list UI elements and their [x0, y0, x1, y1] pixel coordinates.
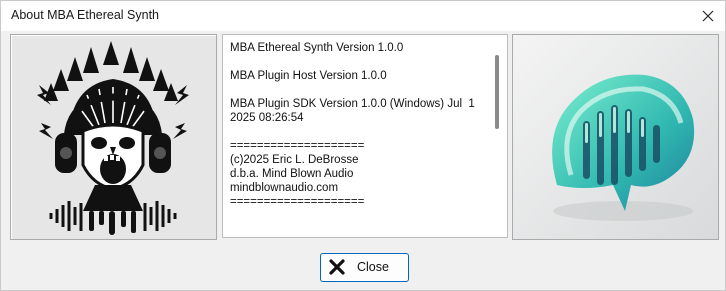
about-dialog: About MBA Ethereal Synth MBA Ethereal Sy…	[0, 0, 726, 291]
info-line: ====================	[230, 140, 365, 152]
info-blank	[230, 55, 490, 69]
x-mark-icon	[329, 259, 345, 275]
info-line: mindblownaudio.com	[230, 182, 339, 194]
info-line: MBA Plugin SDK Version 1.0.0 (Windows) J…	[230, 98, 475, 110]
about-info-text: MBA Ethereal Synth Version 1.0.0 MBA Plu…	[230, 41, 490, 209]
info-blank	[230, 83, 490, 97]
info-line: MBA Plugin Host Version 1.0.0	[230, 70, 387, 82]
about-info-textbox[interactable]: MBA Ethereal Synth Version 1.0.0 MBA Plu…	[222, 34, 508, 238]
close-icon[interactable]	[695, 3, 721, 29]
title-bar[interactable]: About MBA Ethereal Synth	[1, 1, 725, 31]
info-line: 2025 08:26:54	[230, 112, 304, 124]
screaming-skull-headphones-image	[10, 34, 217, 240]
info-blank	[230, 125, 490, 139]
teal-speech-bubble-logo-image	[512, 34, 719, 240]
info-line: ====================	[230, 196, 365, 208]
close-button[interactable]: Close	[320, 253, 409, 282]
window-title: About MBA Ethereal Synth	[11, 8, 160, 22]
info-line: MBA Ethereal Synth Version 1.0.0	[230, 42, 404, 54]
info-line: d.b.a. Mind Blown Audio	[230, 168, 354, 180]
info-line: (c)2025 Eric L. DeBrosse	[230, 154, 359, 166]
close-button-label: Close	[357, 260, 389, 274]
scrollbar-thumb[interactable]	[495, 55, 499, 129]
